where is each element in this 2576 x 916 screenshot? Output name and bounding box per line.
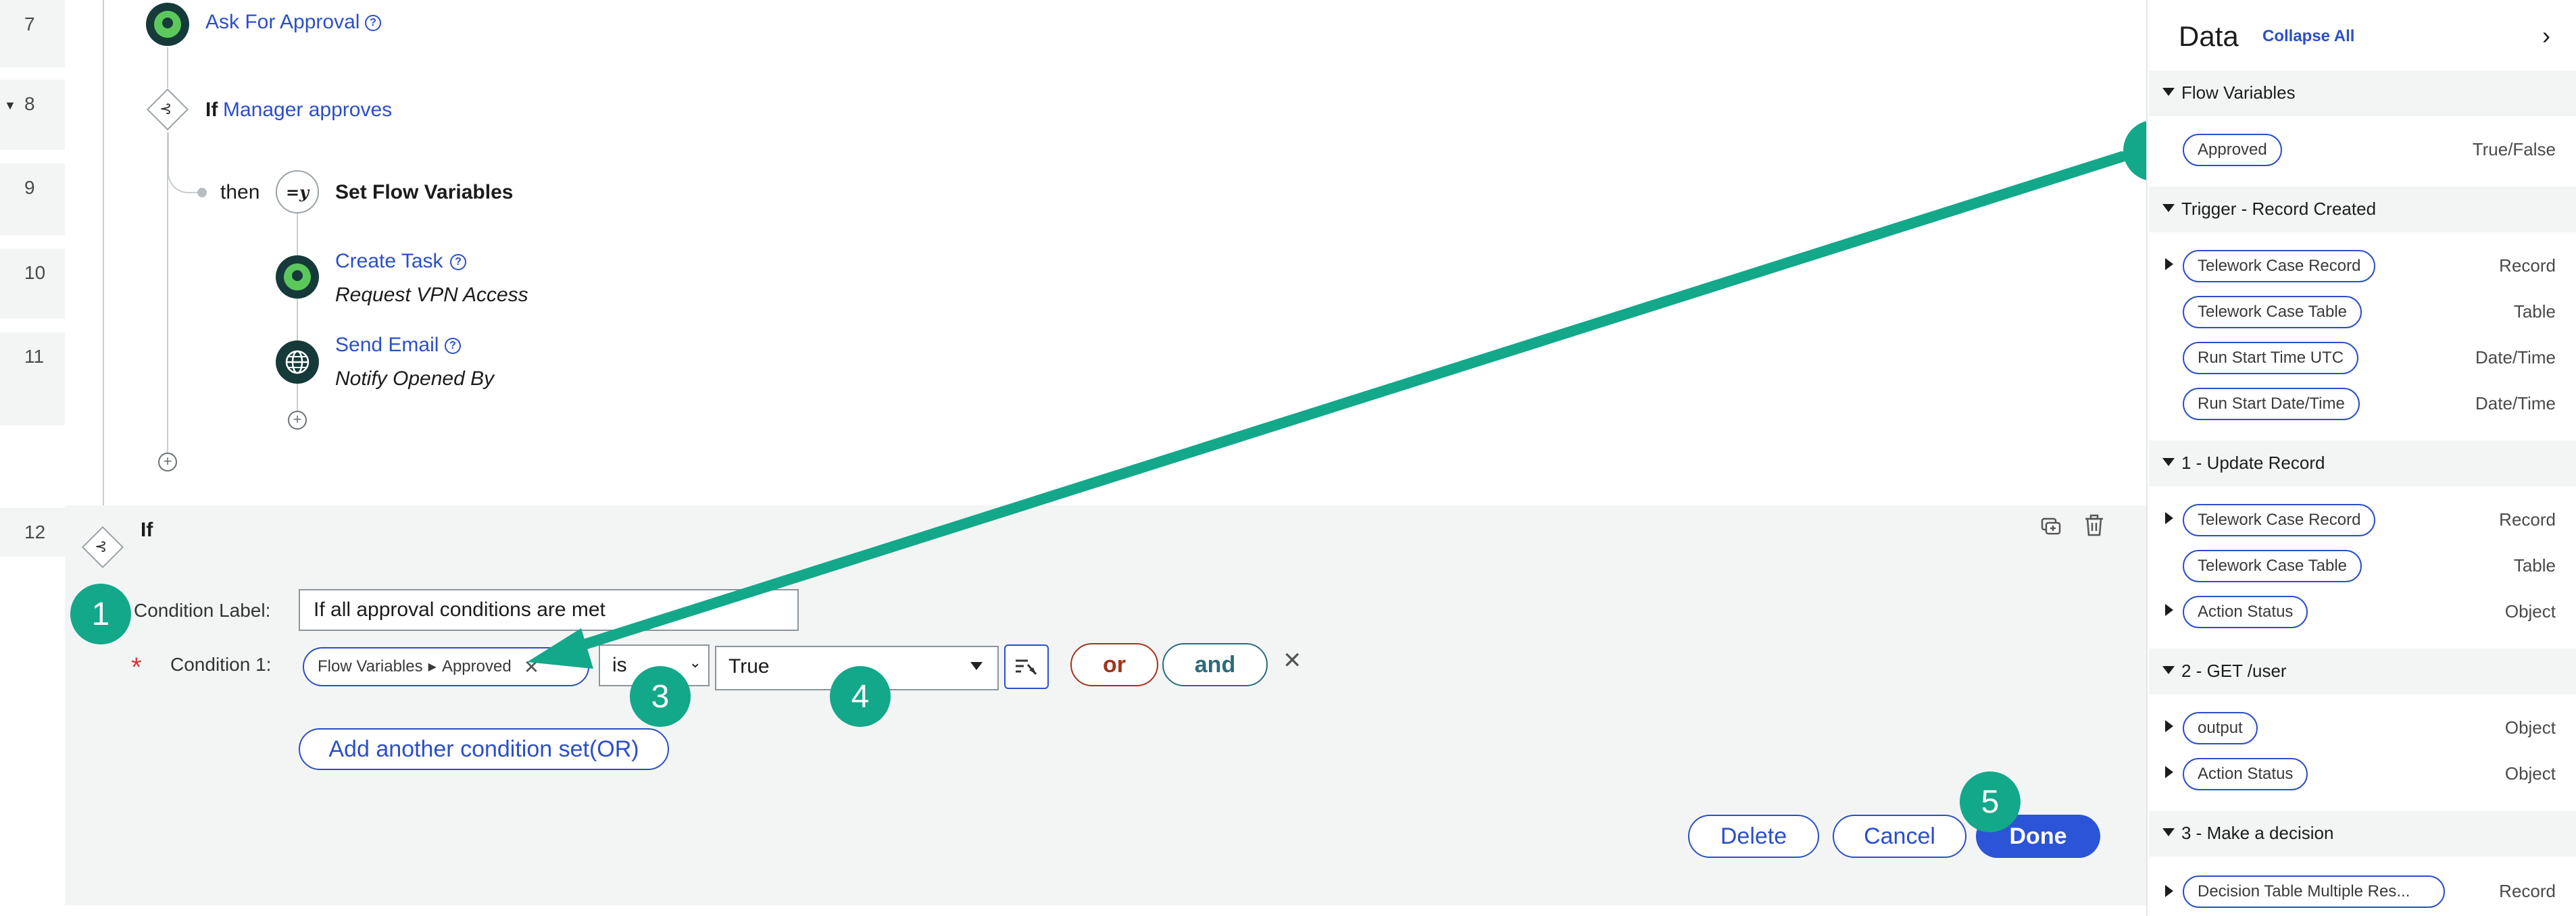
data-type: Object: [2504, 763, 2556, 784]
data-pane: Data Collapse All › Flow Variables Appro…: [2146, 0, 2576, 916]
section-make-a-decision[interactable]: 3 - Make a decision: [2149, 811, 2576, 857]
callout-5: 5: [1960, 771, 2021, 832]
data-type: Date/Time: [2475, 347, 2556, 367]
data-type: Record: [2499, 509, 2556, 530]
data-type: Table: [2513, 301, 2556, 322]
section-update-record[interactable]: 1 - Update Record: [2149, 440, 2576, 486]
triangle-down-icon: [2162, 828, 2175, 836]
data-type: Object: [2504, 717, 2556, 738]
triangle-right-icon[interactable]: [2165, 512, 2173, 524]
triangle-down-icon: [2162, 458, 2175, 466]
data-type: Date/Time: [2475, 393, 2556, 413]
section-title: 3 - Make a decision: [2181, 823, 2334, 843]
triangle-right-icon[interactable]: [2165, 604, 2173, 616]
data-pill[interactable]: Approved: [2183, 134, 2282, 166]
flow-designer-screen: 7 ▼ 8 9 10 11 12 Ask For Approval ? ⊰ If…: [0, 0, 2576, 916]
section-trigger-record-created[interactable]: Trigger - Record Created: [2149, 186, 2576, 232]
section-title: 1 - Update Record: [2181, 453, 2325, 473]
section-get-user[interactable]: 2 - GET /user: [2149, 648, 2576, 694]
triangle-down-icon: [2162, 88, 2175, 96]
triangle-down-icon: [2162, 666, 2175, 674]
data-pill[interactable]: Telework Case Table: [2183, 296, 2362, 328]
triangle-right-icon[interactable]: [2165, 885, 2173, 897]
data-pill[interactable]: output: [2183, 712, 2258, 744]
callout-3: 3: [630, 666, 691, 727]
data-pill[interactable]: Action Status: [2183, 758, 2308, 790]
data-pill[interactable]: Action Status: [2183, 596, 2308, 628]
data-pill[interactable]: Decision Table Multiple Res...: [2183, 875, 2445, 908]
chevron-right-icon[interactable]: ›: [2542, 22, 2550, 50]
data-pill[interactable]: Telework Case Table: [2183, 550, 2362, 582]
data-pane-title: Data: [2179, 20, 2239, 52]
callout-4: 4: [830, 666, 891, 727]
data-type: Record: [2499, 255, 2556, 276]
triangle-right-icon[interactable]: [2165, 720, 2173, 732]
data-type: Table: [2513, 555, 2556, 576]
data-pill[interactable]: Telework Case Record: [2183, 250, 2376, 282]
callout-1: 1: [70, 584, 131, 644]
data-pill[interactable]: Run Start Time UTC: [2183, 342, 2359, 374]
section-title: Trigger - Record Created: [2181, 199, 2377, 219]
triangle-right-icon[interactable]: [2165, 766, 2173, 778]
section-flow-variables[interactable]: Flow Variables: [2149, 70, 2576, 116]
collapse-all-link[interactable]: Collapse All: [2262, 27, 2354, 46]
triangle-down-icon: [2162, 204, 2175, 212]
data-pill[interactable]: Telework Case Record: [2183, 504, 2376, 536]
triangle-right-icon[interactable]: [2165, 258, 2173, 270]
data-pill[interactable]: Run Start Date/Time: [2183, 388, 2360, 420]
data-type: Object: [2504, 601, 2556, 621]
data-type: True/False: [2472, 139, 2556, 159]
section-title: 2 - GET /user: [2181, 661, 2287, 681]
data-type: Record: [2499, 881, 2556, 901]
section-title: Flow Variables: [2181, 82, 2296, 103]
